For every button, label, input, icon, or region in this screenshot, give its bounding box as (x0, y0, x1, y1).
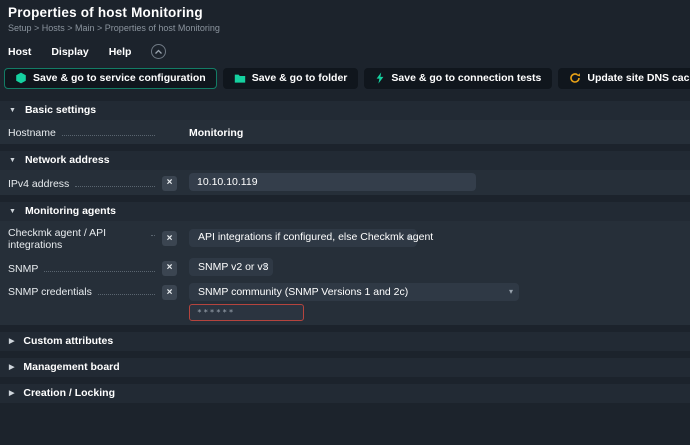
menu-item-help[interactable]: Help (109, 46, 132, 58)
lightning-icon (375, 72, 385, 84)
services-hexagon-icon (15, 72, 27, 84)
snmp-label: SNMP (8, 263, 38, 275)
section-title: Custom attributes (23, 335, 113, 347)
folder-icon (234, 73, 246, 84)
dotted-leader (44, 271, 155, 272)
ipv4-label-cell: IPv4 address (8, 175, 157, 190)
form-row-checkmk-agent: Checkmk agent / API integrations × API i… (0, 221, 690, 255)
button-label: Save & go to service configuration (33, 72, 206, 84)
credentials-label: SNMP credentials (8, 286, 92, 298)
toolbar: Save & go to service configuration Save … (0, 66, 690, 101)
triangle-collapsed-icon: ▶ (9, 390, 14, 397)
section-header-custom-attributes[interactable]: ▶ Custom attributes (0, 332, 690, 351)
agent-label: Checkmk agent / API integrations (8, 227, 145, 251)
form-row-snmp: SNMP × SNMP v2 or v3 ▾ (0, 255, 690, 280)
refresh-icon (569, 72, 581, 84)
form-row-ipv4-address: IPv4 address × (0, 170, 690, 195)
hostname-label-cell: Hostname (8, 124, 157, 139)
credentials-dropdown-value: SNMP community (SNMP Versions 1 and 2c) (198, 286, 408, 298)
section-title: Network address (25, 154, 110, 166)
chevron-down-icon: ▾ (263, 262, 267, 271)
dotted-leader (62, 135, 155, 136)
page-title: Properties of host Monitoring (8, 5, 682, 20)
button-label: Save & go to connection tests (391, 72, 541, 84)
section-header-creation-locking[interactable]: ▶ Creation / Locking (0, 384, 690, 403)
form-row-snmp-credentials: SNMP credentials × SNMP community (SNMP … (0, 280, 690, 325)
remove-ipv4-button[interactable]: × (162, 176, 177, 191)
triangle-expanded-icon: ▼ (9, 208, 16, 215)
breadcrumb[interactable]: Setup > Hosts > Main > Properties of hos… (8, 23, 682, 33)
section-title: Monitoring agents (25, 205, 116, 217)
ipv4-label: IPv4 address (8, 178, 69, 190)
section-title: Management board (23, 361, 119, 373)
page-header: Properties of host Monitoring Setup > Ho… (0, 0, 690, 36)
credentials-control-stack: SNMP community (SNMP Versions 1 and 2c) … (189, 283, 519, 321)
chevron-up-icon (154, 49, 163, 55)
snmp-community-password-input[interactable] (189, 304, 304, 321)
hostname-label: Hostname (8, 127, 56, 139)
agent-dropdown-value: API integrations if configured, else Che… (198, 231, 433, 243)
remove-snmp-button[interactable]: × (162, 261, 177, 276)
collapse-menu-button[interactable] (151, 44, 166, 59)
menubar: Host Display Help (0, 36, 690, 66)
menu-item-host[interactable]: Host (8, 46, 31, 58)
remove-agent-button[interactable]: × (162, 231, 177, 246)
dotted-leader (75, 186, 155, 187)
triangle-collapsed-icon: ▶ (9, 338, 14, 345)
snmp-dropdown[interactable]: SNMP v2 or v3 ▾ (189, 258, 273, 276)
section-network-address: ▼ Network address IPv4 address × (0, 151, 690, 195)
form-row-hostname: Hostname × Monitoring (0, 120, 690, 144)
remove-credentials-button[interactable]: × (162, 285, 177, 300)
update-site-dns-cache-button[interactable]: Update site DNS cache (558, 68, 690, 89)
section-custom-attributes: ▶ Custom attributes (0, 332, 690, 351)
section-header-monitoring-agents[interactable]: ▼ Monitoring agents (0, 202, 690, 221)
button-label: Update site DNS cache (587, 72, 690, 84)
section-basic-settings: ▼ Basic settings Hostname × Monitoring (0, 101, 690, 144)
section-title: Basic settings (25, 104, 96, 116)
save-go-connection-tests-button[interactable]: Save & go to connection tests (364, 68, 552, 89)
button-label: Save & go to folder (252, 72, 348, 84)
credentials-label-cell: SNMP credentials (8, 283, 157, 298)
section-creation-locking: ▶ Creation / Locking (0, 384, 690, 403)
section-management-board: ▶ Management board (0, 358, 690, 377)
save-go-folder-button[interactable]: Save & go to folder (223, 68, 359, 89)
chevron-down-icon: ▾ (509, 287, 513, 296)
section-header-basic-settings[interactable]: ▼ Basic settings (0, 101, 690, 120)
snmp-label-cell: SNMP (8, 260, 157, 275)
credentials-type-dropdown[interactable]: SNMP community (SNMP Versions 1 and 2c) … (189, 283, 519, 301)
form-content: ▼ Basic settings Hostname × Monitoring ▼… (0, 101, 690, 403)
triangle-expanded-icon: ▼ (9, 107, 16, 114)
agent-label-cell: Checkmk agent / API integrations (8, 224, 157, 251)
dotted-leader (151, 235, 155, 236)
section-title: Creation / Locking (23, 387, 115, 399)
ipv4-address-input[interactable] (189, 173, 476, 191)
triangle-expanded-icon: ▼ (9, 157, 16, 164)
hostname-value: Monitoring (189, 124, 243, 139)
triangle-collapsed-icon: ▶ (9, 364, 14, 371)
section-header-management-board[interactable]: ▶ Management board (0, 358, 690, 377)
menu-item-display[interactable]: Display (51, 46, 88, 58)
save-go-service-configuration-button[interactable]: Save & go to service configuration (4, 68, 217, 89)
snmp-dropdown-value: SNMP v2 or v3 (198, 261, 268, 273)
section-header-network-address[interactable]: ▼ Network address (0, 151, 690, 170)
chevron-down-icon: ▾ (407, 233, 411, 242)
dotted-leader (98, 294, 155, 295)
agent-dropdown[interactable]: API integrations if configured, else Che… (189, 229, 417, 247)
section-monitoring-agents: ▼ Monitoring agents Checkmk agent / API … (0, 202, 690, 325)
